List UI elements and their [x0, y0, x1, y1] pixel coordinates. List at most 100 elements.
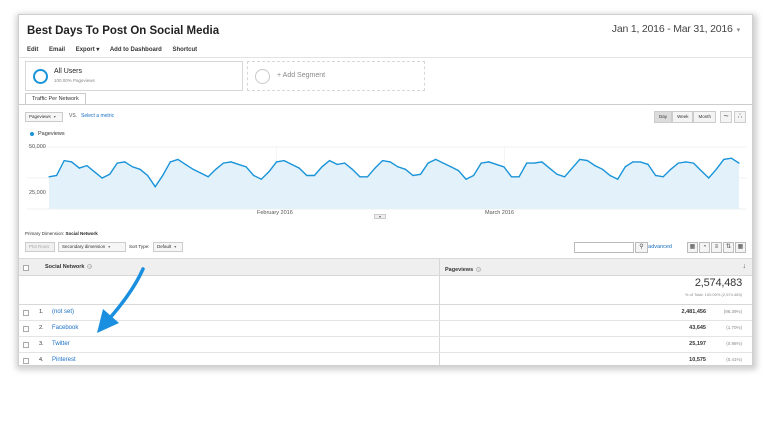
sort-type-value: Default [157, 244, 172, 249]
data-table-icon[interactable]: ▦ [687, 242, 698, 253]
advanced-filter-link[interactable]: advanced [648, 244, 672, 250]
add-to-dashboard-button[interactable]: Add to Dashboard [110, 47, 162, 53]
row-percent: (0.98%) [726, 341, 742, 346]
column-separator [439, 276, 440, 304]
export-button[interactable]: Export ▾ [76, 47, 100, 53]
divider [19, 57, 752, 58]
motion-chart-icon[interactable]: ∴ [734, 111, 746, 123]
metric-dropdown-label: Pageviews [29, 114, 51, 119]
row-link[interactable]: Facebook [52, 325, 78, 331]
row-link[interactable]: (not set) [52, 309, 74, 315]
chart-point [351, 168, 353, 170]
shortcut-button[interactable]: Shortcut [173, 47, 198, 53]
col-header-pageviews[interactable]: Pageviews? [445, 267, 482, 273]
pivot-icon[interactable]: ▦ [735, 242, 746, 253]
row-checkbox[interactable] [23, 310, 29, 316]
chart-point [579, 158, 581, 160]
table-row: 2. Facebook 43,645 (1.70%) [19, 321, 752, 337]
table-row: 1. (not set) 2,481,456 (96.39%) [19, 305, 752, 321]
chart-point [222, 162, 224, 164]
select-metric-link[interactable]: Select a metric [81, 113, 114, 119]
table-search-input[interactable] [574, 242, 634, 253]
month-button[interactable]: Month [693, 111, 716, 123]
row-value: 10,575 [689, 357, 706, 363]
help-icon[interactable]: ? [87, 264, 93, 269]
performance-icon[interactable]: ≡ [711, 242, 722, 253]
chart-point [230, 161, 232, 163]
chart-point [586, 160, 589, 162]
segment-all-users[interactable]: All Users 100.00% Pageviews [25, 61, 243, 91]
table-row: 3. Twitter 25,197 (0.98%) [19, 337, 752, 353]
chart-point [715, 168, 717, 170]
chart-point [685, 161, 687, 163]
secondary-dimension-label: Secondary dimension [62, 244, 106, 249]
row-link[interactable]: Pinterest [52, 357, 76, 363]
primary-dimension: Primary Dimension: Social Network [25, 231, 98, 236]
chart-point [639, 161, 642, 163]
chart-resize-handle[interactable]: ▾ [374, 214, 386, 219]
chart-point [200, 172, 202, 174]
col-header-social-network[interactable]: Social Network? [45, 264, 93, 270]
search-icon[interactable]: ⚲ [635, 242, 648, 253]
secondary-dimension-dropdown[interactable]: Secondary dimension ▾ [58, 242, 126, 252]
chart-point [184, 163, 187, 165]
chart-point [139, 168, 141, 170]
row-link[interactable]: Twitter [52, 341, 70, 347]
help-icon[interactable]: ? [476, 267, 482, 272]
chart-point [366, 176, 369, 178]
line-chart-icon[interactable]: ∼ [720, 111, 732, 123]
email-button[interactable]: Email [49, 47, 65, 53]
row-checkbox[interactable] [23, 358, 29, 364]
chart-point [306, 174, 308, 177]
plot-rows-button[interactable]: Plot Rows [25, 242, 55, 252]
edit-button[interactable]: Edit [27, 47, 38, 53]
col-header-label: Social Network [45, 264, 85, 270]
row-value: 25,197 [689, 341, 706, 347]
chart-point [473, 174, 475, 177]
sort-desc-icon[interactable]: ↓ [743, 263, 747, 270]
chart-point [374, 167, 376, 169]
column-separator [439, 353, 440, 365]
chart-point [93, 171, 96, 173]
chart-point [738, 162, 740, 164]
chart-point [169, 161, 171, 163]
comparison-icon[interactable]: ⇅ [723, 242, 734, 253]
chart-point [404, 168, 406, 170]
sort-type-dropdown[interactable]: Default ▾ [153, 242, 183, 252]
chart-point [617, 178, 619, 180]
date-range-text: Jan 1, 2016 - Mar 31, 2016 [611, 23, 733, 35]
row-number: 4. [39, 357, 44, 363]
chart-point [313, 174, 315, 177]
segment-name: All Users [54, 68, 83, 75]
chart-point [260, 178, 262, 180]
total-pageviews: 2,574,483 [694, 277, 742, 289]
chart-point [723, 158, 725, 160]
day-button[interactable]: Day [654, 111, 673, 123]
chart-point [359, 176, 361, 178]
chart-point [495, 163, 497, 165]
chart-point [86, 165, 88, 167]
granularity-buttons: Day Week Month [654, 111, 716, 123]
row-checkbox[interactable] [23, 342, 29, 348]
add-segment-button[interactable]: + Add Segment [247, 61, 425, 91]
chart-point [571, 167, 573, 169]
row-checkbox[interactable] [23, 326, 29, 332]
chart-point [700, 170, 702, 172]
chart-point [556, 173, 558, 175]
date-range-picker[interactable]: Jan 1, 2016 - Mar 31, 2016 ▾ [612, 23, 740, 35]
legend-label: Pageviews [38, 131, 65, 137]
chart-point [48, 176, 50, 178]
select-all-checkbox[interactable] [23, 265, 29, 271]
row-percent: (96.39%) [723, 309, 742, 314]
primary-dimension-value[interactable]: Social Network [66, 231, 98, 236]
chevron-down-icon: ▾ [108, 244, 111, 249]
chart-point [632, 161, 634, 163]
column-separator [439, 305, 440, 320]
chart-point [275, 161, 278, 163]
week-button[interactable]: Week [672, 111, 694, 123]
pie-chart-icon[interactable]: ◔ [699, 242, 710, 253]
metric-dropdown[interactable]: Pageviews ▾ [25, 112, 63, 122]
chart-point [427, 162, 429, 164]
column-separator [439, 321, 440, 336]
chart-point [670, 168, 672, 170]
